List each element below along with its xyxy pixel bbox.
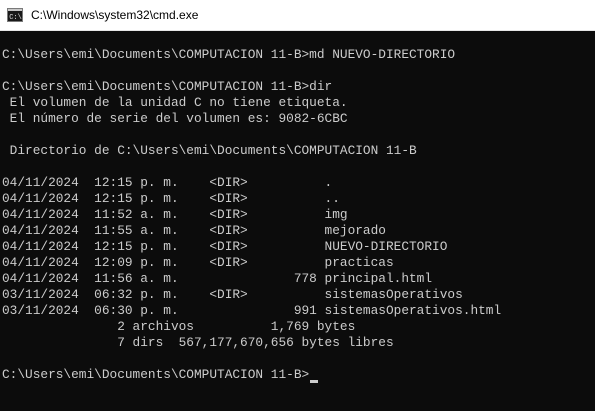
cmd-window: C:\ C:\Windows\system32\cmd.exe C:\Users…	[0, 0, 595, 411]
console-line: Directorio de C:\Users\emi\Documents\COM…	[2, 143, 417, 158]
window-title: C:\Windows\system32\cmd.exe	[31, 8, 199, 22]
console-line: 04/11/2024 12:15 p. m. <DIR> NUEVO-DIREC…	[2, 239, 448, 254]
console-output[interactable]: C:\Users\emi\Documents\COMPUTACION 11-B>…	[0, 31, 595, 411]
console-line: C:\Users\emi\Documents\COMPUTACION 11-B>	[2, 367, 319, 383]
console-line: 03/11/2024 06:32 p. m. <DIR> sistemasOpe…	[2, 287, 463, 302]
console-line: El número de serie del volumen es: 9082-…	[2, 111, 348, 126]
svg-text:C:\: C:\	[9, 14, 22, 22]
title-bar[interactable]: C:\ C:\Windows\system32\cmd.exe	[0, 0, 595, 31]
console-line: 04/11/2024 11:56 a. m. 778 principal.htm…	[2, 271, 433, 286]
console-line: 2 archivos 1,769 bytes	[2, 319, 356, 334]
console-line: 03/11/2024 06:30 p. m. 991 sistemasOpera…	[2, 303, 502, 318]
console-line: 04/11/2024 12:09 p. m. <DIR> practicas	[2, 255, 394, 270]
console-line: 04/11/2024 11:52 a. m. <DIR> img	[2, 207, 348, 222]
console-line: C:\Users\emi\Documents\COMPUTACION 11-B>…	[2, 79, 333, 94]
console-line: C:\Users\emi\Documents\COMPUTACION 11-B>…	[2, 47, 456, 62]
console-line: 04/11/2024 11:55 a. m. <DIR> mejorado	[2, 223, 386, 238]
console-line: 7 dirs 567,177,670,656 bytes libres	[2, 335, 394, 350]
cmd-icon: C:\	[7, 8, 23, 22]
text-cursor	[310, 380, 319, 383]
console-line: El volumen de la unidad C no tiene etiqu…	[2, 95, 348, 110]
console-line: 04/11/2024 12:15 p. m. <DIR> .	[2, 175, 333, 190]
console-line: 04/11/2024 12:15 p. m. <DIR> ..	[2, 191, 340, 206]
